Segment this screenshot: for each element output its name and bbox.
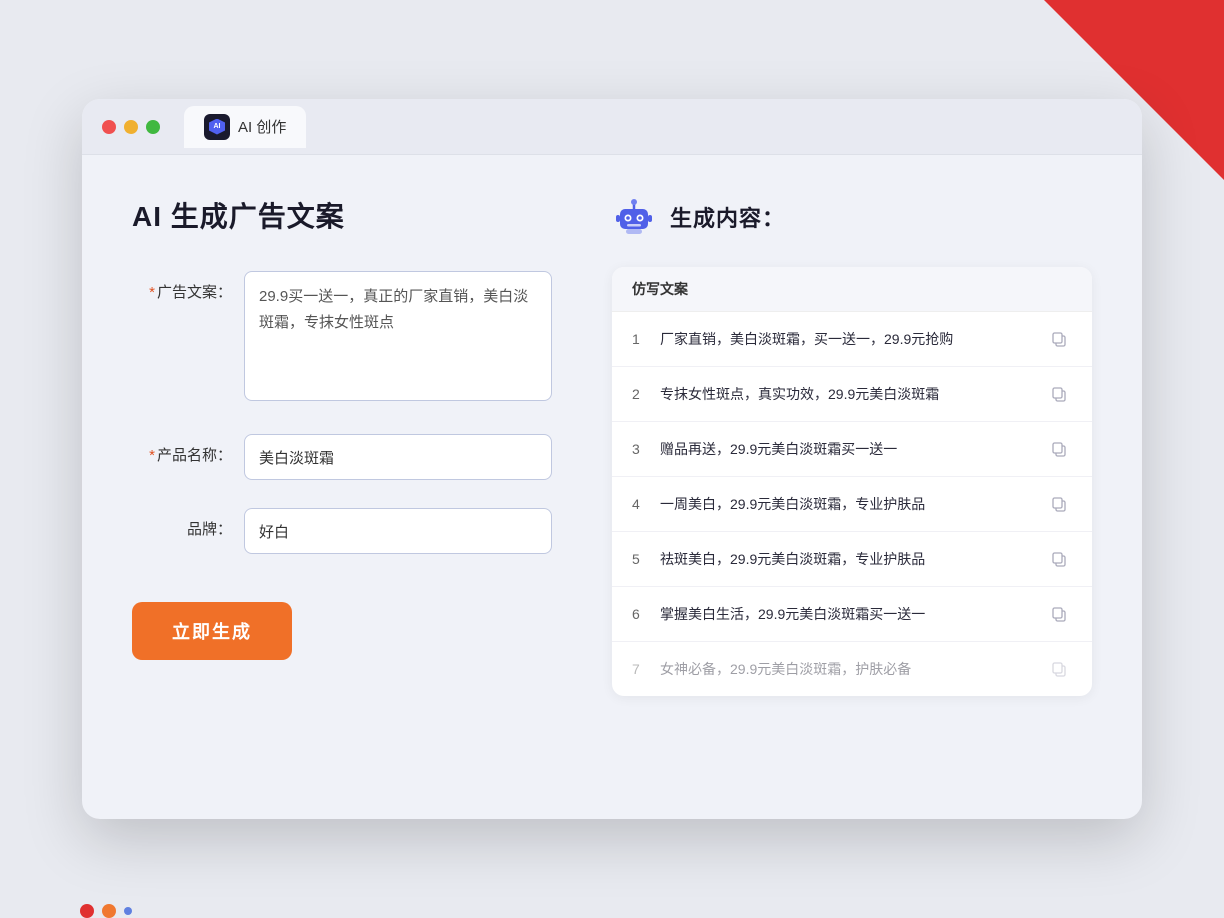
results-column-header: 仿写文案	[612, 267, 1092, 312]
table-row: 6 掌握美白生活，29.9元美白淡斑霜买一送一	[612, 587, 1092, 642]
ai-icon: AI	[204, 114, 230, 140]
result-rows-container: 1 厂家直销，美白淡斑霜，买一送一，29.9元抢购 2 专抹女性斑点，真实功效，…	[612, 312, 1092, 696]
product-label: *产品名称：	[132, 434, 232, 465]
decorative-dots-bottom	[80, 904, 132, 918]
left-panel: AI 生成广告文案 *广告文案： 29.9买一送一，真正的厂家直销，美白淡斑霜，…	[132, 195, 552, 775]
copy-icon[interactable]	[1046, 436, 1072, 462]
table-row: 7 女神必备，29.9元美白淡斑霜，护肤必备	[612, 642, 1092, 696]
product-input-wrap	[244, 434, 552, 480]
brand-row: 品牌：	[132, 508, 552, 554]
traffic-lights	[102, 120, 160, 134]
row-text: 掌握美白生活，29.9元美白淡斑霜买一送一	[660, 604, 1046, 625]
product-name-row: *产品名称：	[132, 434, 552, 480]
generate-button[interactable]: 立即生成	[132, 602, 292, 660]
result-title: 生成内容：	[670, 201, 785, 233]
table-row: 2 专抹女性斑点，真实功效，29.9元美白淡斑霜	[612, 367, 1092, 422]
row-number: 4	[632, 496, 660, 512]
row-text: 厂家直销，美白淡斑霜，买一送一，29.9元抢购	[660, 329, 1046, 350]
row-number: 2	[632, 386, 660, 402]
row-number: 5	[632, 551, 660, 567]
ai-tab[interactable]: AI AI 创作	[184, 106, 306, 148]
ad-copy-label: *广告文案：	[132, 271, 232, 302]
right-panel: 生成内容： 仿写文案 1 厂家直销，美白淡斑霜，买一送一，29.9元抢购 2 专…	[612, 195, 1092, 775]
results-table: 仿写文案 1 厂家直销，美白淡斑霜，买一送一，29.9元抢购 2 专抹女性斑点，…	[612, 267, 1092, 696]
product-required: *	[149, 447, 155, 464]
copy-icon[interactable]	[1046, 546, 1072, 572]
result-header: 生成内容：	[612, 195, 1092, 239]
minimize-button[interactable]	[124, 120, 138, 134]
robot-icon	[612, 195, 656, 239]
copy-icon[interactable]	[1046, 656, 1072, 682]
table-row: 5 祛斑美白，29.9元美白淡斑霜，专业护肤品	[612, 532, 1092, 587]
dot-blue	[124, 907, 132, 915]
row-text: 一周美白，29.9元美白淡斑霜，专业护肤品	[660, 494, 1046, 515]
dot-red	[80, 904, 94, 918]
ad-copy-row: *广告文案： 29.9买一送一，真正的厂家直销，美白淡斑霜，专抹女性斑点	[132, 271, 552, 406]
tab-label: AI 创作	[238, 116, 286, 137]
maximize-button[interactable]	[146, 120, 160, 134]
copy-icon[interactable]	[1046, 381, 1072, 407]
browser-window: AI AI 创作 AI 生成广告文案 *广告文案： 29.9买一送一，真正的厂家…	[82, 99, 1142, 819]
copy-icon[interactable]	[1046, 491, 1072, 517]
row-number: 3	[632, 441, 660, 457]
row-number: 1	[632, 331, 660, 347]
ad-copy-textarea[interactable]: 29.9买一送一，真正的厂家直销，美白淡斑霜，专抹女性斑点	[244, 271, 552, 401]
row-text: 祛斑美白，29.9元美白淡斑霜，专业护肤品	[660, 549, 1046, 570]
row-number: 6	[632, 606, 660, 622]
brand-input-wrap	[244, 508, 552, 554]
page-title: AI 生成广告文案	[132, 195, 552, 235]
table-row: 1 厂家直销，美白淡斑霜，买一送一，29.9元抢购	[612, 312, 1092, 367]
content-area: AI 生成广告文案 *广告文案： 29.9买一送一，真正的厂家直销，美白淡斑霜，…	[82, 155, 1142, 815]
ad-copy-input-wrap: 29.9买一送一，真正的厂家直销，美白淡斑霜，专抹女性斑点	[244, 271, 552, 406]
table-row: 4 一周美白，29.9元美白淡斑霜，专业护肤品	[612, 477, 1092, 532]
row-text: 赠品再送，29.9元美白淡斑霜买一送一	[660, 439, 1046, 460]
title-bar: AI AI 创作	[82, 99, 1142, 155]
row-text: 女神必备，29.9元美白淡斑霜，护肤必备	[660, 659, 1046, 680]
close-button[interactable]	[102, 120, 116, 134]
product-input[interactable]	[244, 434, 552, 480]
ad-copy-required: *	[149, 284, 155, 301]
row-number: 7	[632, 661, 660, 677]
row-text: 专抹女性斑点，真实功效，29.9元美白淡斑霜	[660, 384, 1046, 405]
brand-label: 品牌：	[132, 508, 232, 539]
copy-icon[interactable]	[1046, 601, 1072, 627]
brand-input[interactable]	[244, 508, 552, 554]
dot-orange	[102, 904, 116, 918]
copy-icon[interactable]	[1046, 326, 1072, 352]
table-row: 3 赠品再送，29.9元美白淡斑霜买一送一	[612, 422, 1092, 477]
